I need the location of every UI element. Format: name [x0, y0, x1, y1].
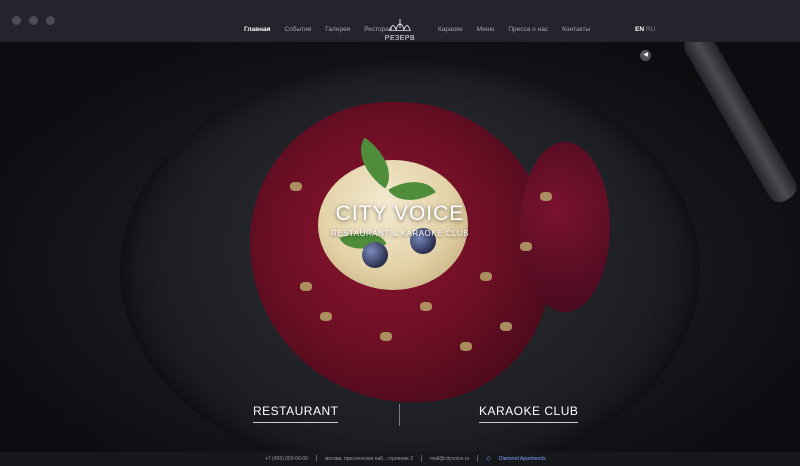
- minimize-window-dot[interactable]: [29, 16, 38, 25]
- nav-item-gallery[interactable]: Галерея: [325, 26, 350, 33]
- browser-window: Главная События Галерея Ресторан РЕЗЕРВ …: [0, 0, 800, 466]
- footer-separator: [315, 455, 317, 462]
- footer-separator: [477, 455, 479, 462]
- logo[interactable]: РЕЗЕРВ: [380, 18, 420, 42]
- footer-email[interactable]: mail@cityvoice.ru: [430, 456, 469, 462]
- nav-left: Главная События Галерея Ресторан: [244, 26, 392, 33]
- hero-title: CITY VOICE: [335, 202, 465, 225]
- window-controls: [12, 16, 55, 25]
- hero: ◀ CITY VOICE RESTAURANT & KARAOKE CLUB R…: [0, 42, 800, 452]
- nut-image: [300, 282, 312, 291]
- karaoke-club-link[interactable]: KARAOKE CLUB: [479, 404, 579, 423]
- berry-sauce-image-2: [520, 142, 610, 312]
- logo-icon: [389, 19, 411, 31]
- nut-image: [460, 342, 472, 351]
- language-switcher: EN RU: [635, 26, 655, 33]
- nut-image: [520, 242, 532, 251]
- logo-text: РЕЗЕРВ: [384, 35, 416, 42]
- nut-image: [480, 272, 492, 281]
- footer-contacts: +7 (495) 000-00-00 москва, пресненская н…: [265, 455, 546, 462]
- nav-item-karaoke[interactable]: Караоке: [438, 26, 463, 33]
- partner-link[interactable]: Diamond Apartments: [499, 456, 546, 462]
- restaurant-link-underline: [253, 422, 339, 423]
- nav-item-menu[interactable]: Меню: [477, 26, 495, 33]
- header-bar: Главная События Галерея Ресторан РЕЗЕРВ …: [0, 0, 800, 42]
- nav-right: Караоке Меню Пресса о нас Контакты: [438, 26, 590, 33]
- speaker-icon[interactable]: ◀: [640, 50, 651, 61]
- nav-item-events[interactable]: События: [284, 26, 311, 33]
- lang-ru[interactable]: RU: [646, 26, 655, 33]
- nav-item-press[interactable]: Пресса о нас: [508, 26, 548, 33]
- footer-separator: [420, 455, 422, 462]
- restaurant-link-label: RESTAURANT: [253, 404, 339, 418]
- nut-image: [290, 182, 302, 191]
- footer-phone[interactable]: +7 (495) 000-00-00: [265, 456, 308, 462]
- footer-address: москва, пресненская наб., строение 2: [324, 455, 413, 462]
- nut-image: [380, 332, 392, 341]
- karaoke-club-link-label: KARAOKE CLUB: [479, 404, 579, 418]
- nut-image: [500, 322, 512, 331]
- hero-subtitle: RESTAURANT & KARAOKE CLUB: [330, 229, 469, 238]
- divider: [399, 404, 400, 426]
- nut-image: [540, 192, 552, 201]
- lang-en[interactable]: EN: [635, 26, 644, 33]
- karaoke-club-link-underline: [479, 422, 579, 423]
- nut-image: [320, 312, 332, 321]
- nav-item-contacts[interactable]: Контакты: [562, 26, 590, 33]
- maximize-window-dot[interactable]: [46, 16, 55, 25]
- restaurant-link[interactable]: RESTAURANT: [253, 404, 339, 423]
- blueberry-image: [362, 242, 388, 268]
- diamond-icon: ◇: [486, 456, 491, 462]
- close-window-dot[interactable]: [12, 16, 21, 25]
- spoon-image: [680, 42, 800, 207]
- nav-item-home[interactable]: Главная: [244, 26, 270, 33]
- footer: +7 (495) 000-00-00 москва, пресненская н…: [0, 452, 800, 466]
- nut-image: [420, 302, 432, 311]
